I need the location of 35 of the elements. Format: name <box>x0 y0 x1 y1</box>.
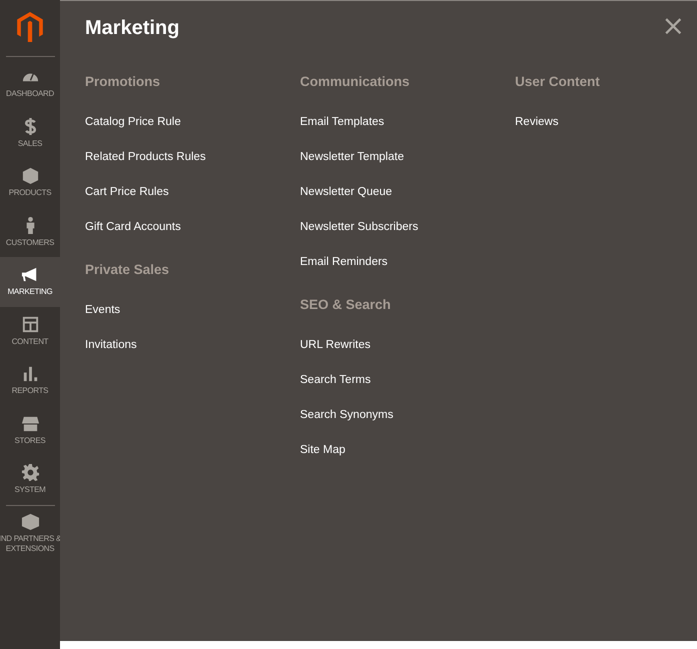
section-heading: Communications <box>300 74 410 91</box>
panel-title: Marketing <box>85 17 180 40</box>
gear-icon <box>20 463 40 482</box>
nav-item[interactable]: MARKETING <box>0 257 60 306</box>
layout-icon <box>20 314 40 334</box>
menu-link[interactable]: Gift Card Accounts <box>85 221 181 256</box>
menu-link[interactable]: Related Products Rules <box>85 151 206 186</box>
menu-link[interactable]: Email Reminders <box>300 256 388 291</box>
nav-item[interactable]: CONTENT <box>0 306 60 356</box>
menu-link[interactable]: Newsletter Template <box>300 151 404 186</box>
menu-link[interactable]: Newsletter Subscribers <box>300 221 418 256</box>
menu-link[interactable]: Reviews <box>515 116 558 151</box>
menu-link[interactable]: Site Map <box>300 444 346 479</box>
menu-link[interactable]: Events <box>85 304 120 339</box>
nav-item[interactable]: SALES <box>0 108 60 158</box>
nav-item[interactable]: STORES <box>0 406 60 455</box>
menu-link[interactable]: Search Terms <box>300 374 371 409</box>
menu-link[interactable]: Newsletter Queue <box>300 186 392 221</box>
menu-link[interactable]: Search Synonyms <box>300 409 394 444</box>
menu-link[interactable]: Catalog Price Rule <box>85 116 181 151</box>
section-heading: SEO & Search <box>300 297 391 314</box>
menu-link[interactable]: Invitations <box>85 339 137 374</box>
menu-link[interactable]: URL Rewrites <box>300 339 371 374</box>
close-button[interactable]: × <box>662 12 685 40</box>
nav-item[interactable]: PRODUCTS <box>0 158 60 208</box>
menu-link[interactable]: Cart Price Rules <box>85 186 169 221</box>
menu-link[interactable]: Email Templates <box>300 116 384 151</box>
nav-item[interactable]: CUSTOMERS <box>0 208 60 257</box>
section-heading: Private Sales <box>85 262 170 279</box>
section-heading: Promotions <box>85 74 160 91</box>
logo-icon[interactable] <box>17 12 43 42</box>
section-heading: User Content <box>515 74 600 91</box>
nav-item[interactable]: REPORTS <box>0 356 60 406</box>
nav-item[interactable]: SYSTEM <box>0 455 60 504</box>
nav-item[interactable]: DASHBOARD <box>0 59 60 108</box>
